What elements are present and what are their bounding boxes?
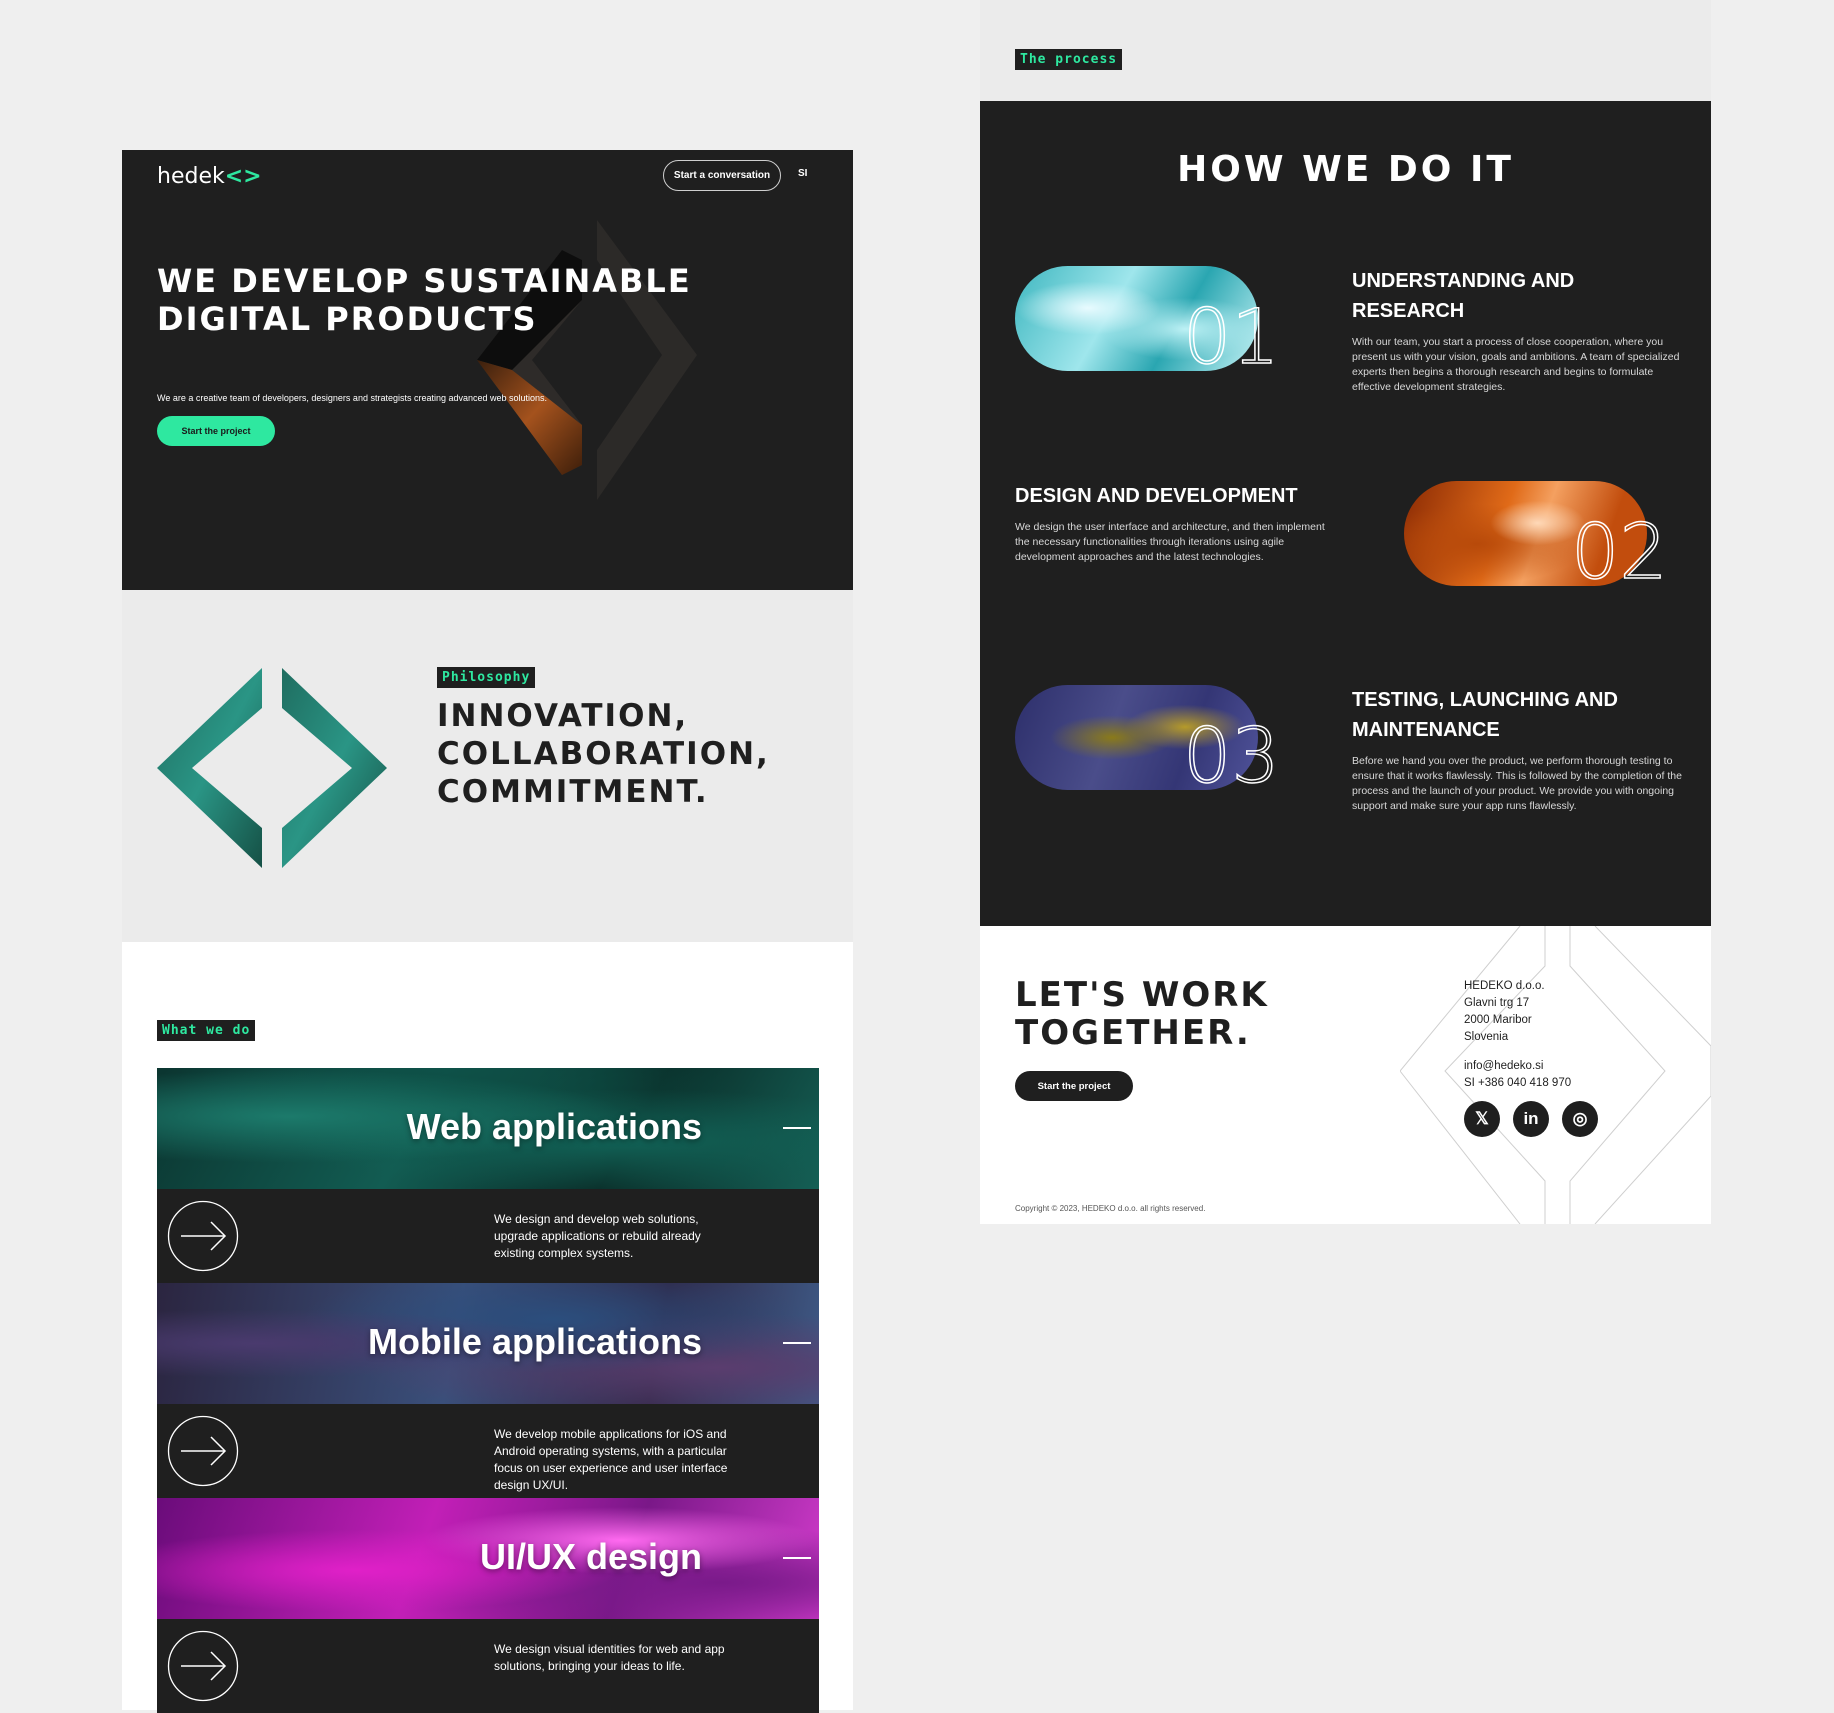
logo-text: hedek <box>157 164 225 189</box>
x-twitter-icon[interactable]: 𝕏 <box>1464 1101 1500 1137</box>
contact-section: LET'S WORK TOGETHER. Start the project H… <box>980 926 1711 1224</box>
process-tag-bar: The process <box>980 0 1711 101</box>
collapse-icon[interactable] <box>783 1127 811 1129</box>
phone-link[interactable]: SI +386 040 418 970 <box>1464 1075 1571 1092</box>
company-address: HEDEKO d.o.o. Glavni trg 17 2000 Maribor… <box>1464 978 1571 1092</box>
logo[interactable]: hedek<> <box>157 164 262 189</box>
step-number: 02 <box>1570 507 1668 596</box>
start-project-button[interactable]: Start the project <box>1015 1071 1133 1101</box>
collapse-icon[interactable] <box>783 1342 811 1344</box>
step-number: 03 <box>1182 711 1280 800</box>
arrow-right-icon[interactable] <box>167 1630 239 1702</box>
instagram-icon[interactable]: ◎ <box>1562 1101 1598 1137</box>
philosophy-headline: INNOVATION, COLLABORATION, COMMITMENT. <box>437 698 770 810</box>
logo-accent: <> <box>224 164 262 189</box>
process-tag: The process <box>1015 49 1123 70</box>
service-body-web: We design and develop web solutions, upg… <box>157 1189 819 1283</box>
service-header-web[interactable]: Web applications <box>157 1068 819 1189</box>
service-description: We design visual identities for web and … <box>494 1642 725 1673</box>
collapse-icon[interactable] <box>783 1557 811 1559</box>
linkedin-icon[interactable]: in <box>1513 1101 1549 1137</box>
service-title: UI/UX design <box>479 1536 702 1577</box>
what-we-do-tag: What we do <box>157 1020 256 1041</box>
philosophy-section: Philosophy INNOVATION, COLLABORATION, CO… <box>122 590 853 942</box>
arrow-right-icon[interactable] <box>167 1415 239 1487</box>
step-description: We design the user interface and archite… <box>1015 521 1325 563</box>
hero-section: hedek<> Start a conversation SI WE DEVEL… <box>122 150 853 590</box>
hero-headline: WE DEVELOP SUSTAINABLE DIGITAL PRODUCTS <box>157 262 692 338</box>
hero-subtitle: We are a creative team of developers, de… <box>157 393 548 403</box>
language-switch[interactable]: SI <box>798 168 807 179</box>
service-body-uiux: We design visual identities for web and … <box>157 1619 819 1713</box>
process-headline: HOW WE DO IT <box>1177 149 1514 190</box>
step-number: 01 <box>1182 292 1280 381</box>
service-description: We develop mobile applications for iOS a… <box>494 1427 728 1492</box>
service-title: Web applications <box>406 1106 702 1147</box>
service-title: Mobile applications <box>367 1321 702 1362</box>
copyright: Copyright © 2023, HEDEKO d.o.o. all righ… <box>1015 1204 1206 1213</box>
step-title: Design and development <box>1015 485 1298 507</box>
service-body-mobile: We develop mobile applications for iOS a… <box>157 1404 819 1498</box>
what-we-do-section: What we do Web applications We design an… <box>122 942 853 1713</box>
city: 2000 Maribor <box>1464 1014 1532 1026</box>
step-title: Understanding and research <box>1352 270 1575 322</box>
service-description: We design and develop web solutions, upg… <box>494 1212 701 1260</box>
contact-headline: LET'S WORK TOGETHER. <box>1015 975 1269 1053</box>
service-header-uiux[interactable]: UI/UX design <box>157 1498 819 1619</box>
country: Slovenia <box>1464 1031 1509 1043</box>
arrow-right-icon[interactable] <box>167 1200 239 1272</box>
street: Glavni trg 17 <box>1464 997 1530 1009</box>
service-header-mobile[interactable]: Mobile applications <box>157 1283 819 1404</box>
email-link[interactable]: info@hedeko.si <box>1464 1058 1571 1075</box>
step-description: With our team, you start a process of cl… <box>1352 336 1680 393</box>
process-section: HOW WE DO IT 01 Understanding and resear… <box>980 101 1711 926</box>
start-conversation-button[interactable]: Start a conversation <box>663 160 781 191</box>
philosophy-tag: Philosophy <box>437 667 536 688</box>
company-name: HEDEKO d.o.o. <box>1464 980 1545 992</box>
services-list: Web applications We design and develop w… <box>157 1068 819 1713</box>
start-project-button[interactable]: Start the project <box>157 416 275 446</box>
step-title: Testing, launching and maintenance <box>1352 689 1618 741</box>
social-links: 𝕏 in ◎ <box>1464 1101 1598 1137</box>
step-description: Before we hand you over the product, we … <box>1352 755 1682 812</box>
brand-symbol-icon <box>157 668 387 868</box>
